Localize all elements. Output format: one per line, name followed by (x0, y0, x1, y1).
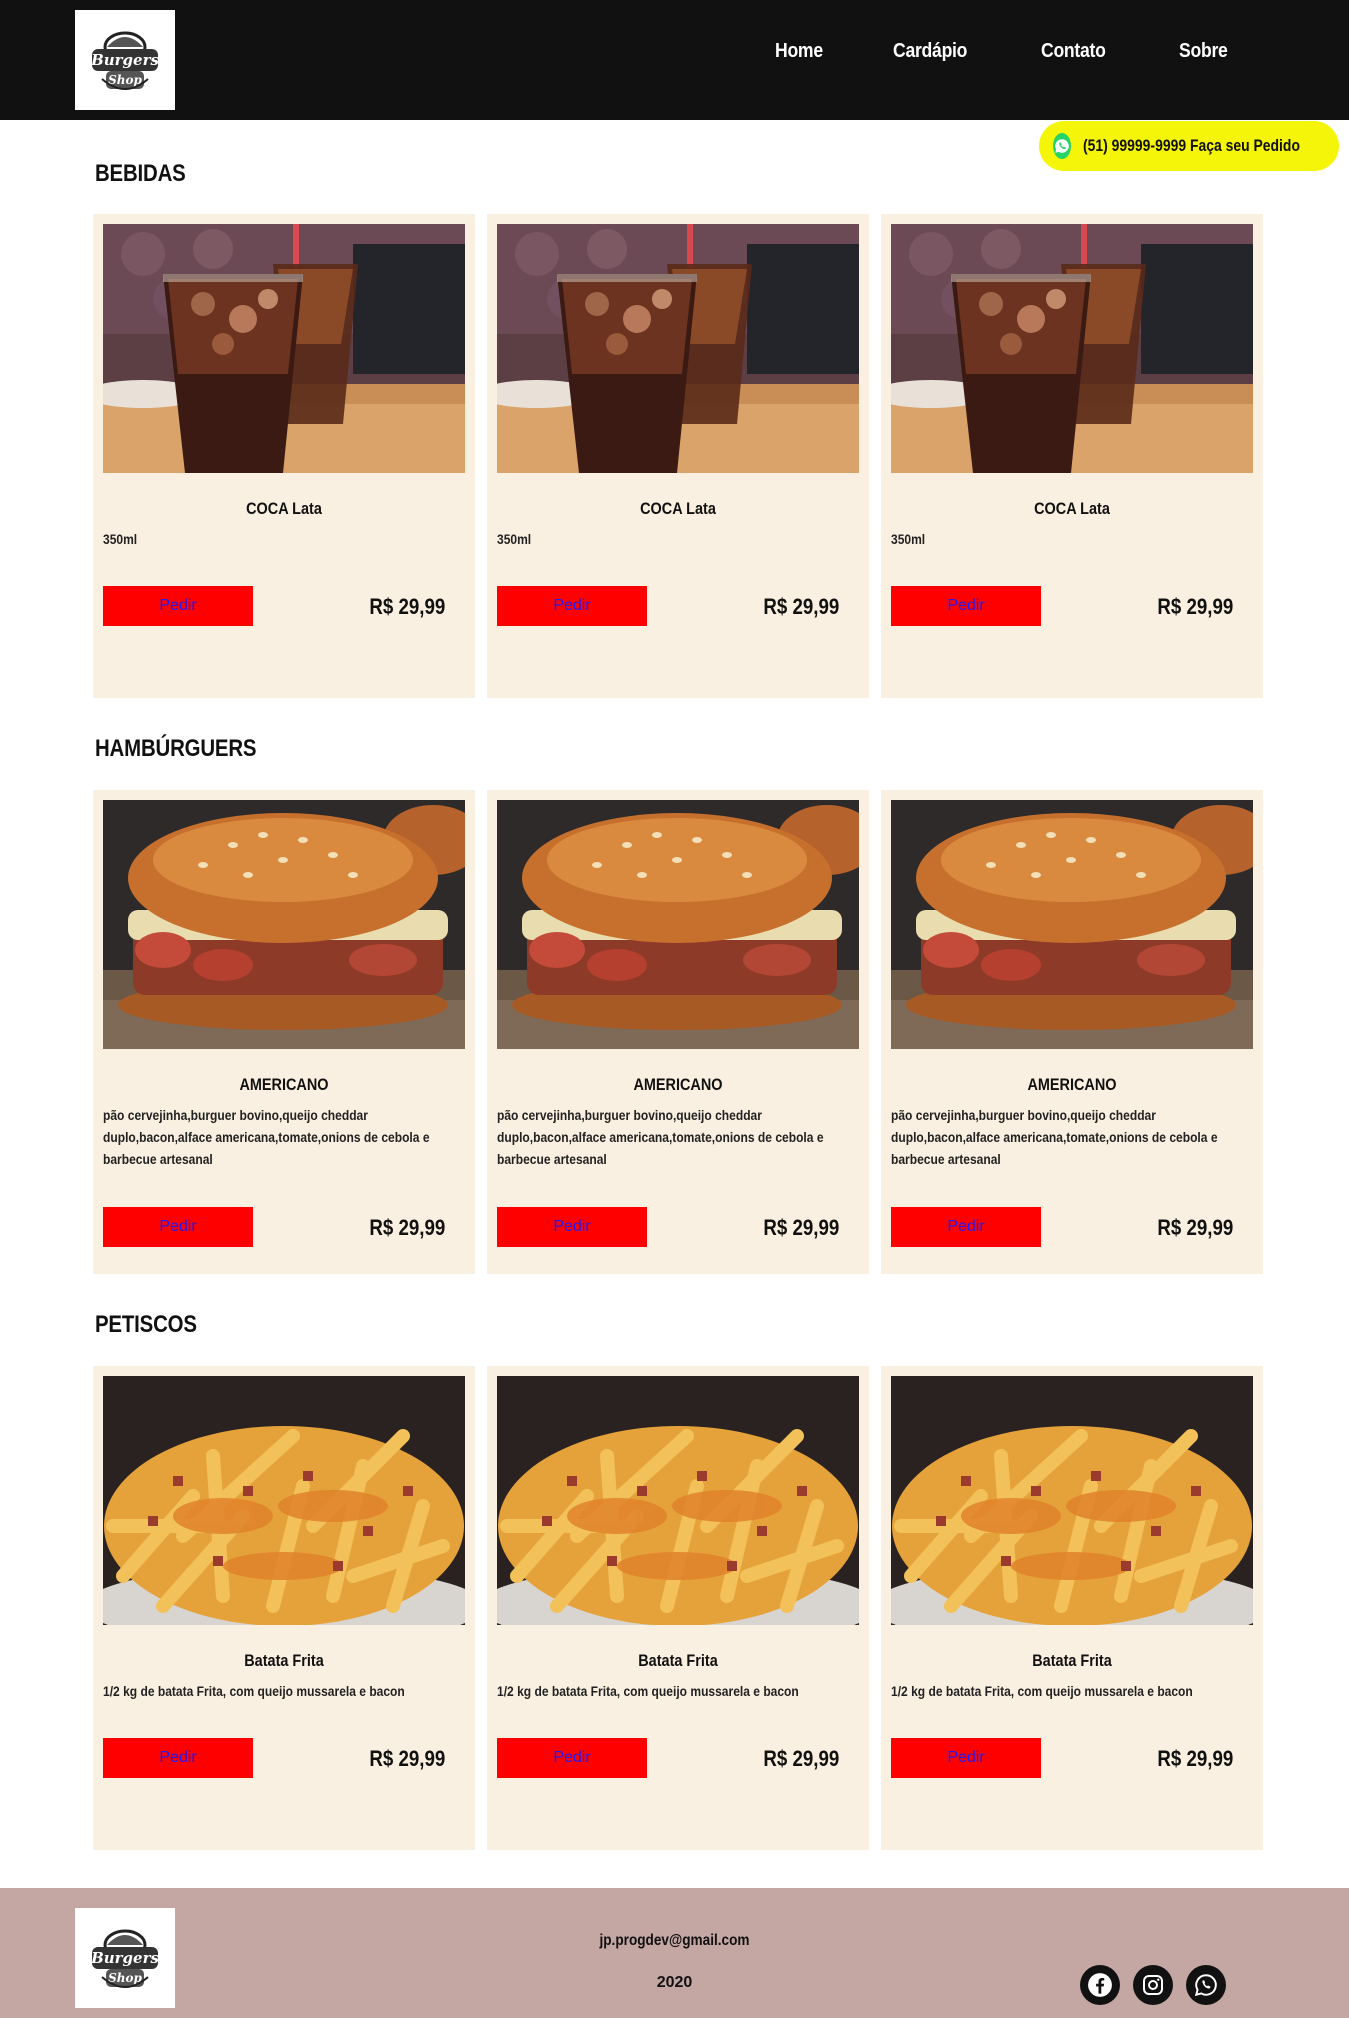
item-name: Batata Frita (638, 1651, 718, 1670)
menu-card: AMERICANO pão cervejinha,burguer bovino,q… (93, 790, 475, 1274)
item-description: pão cervejinha,burguer bovino,queijo che… (891, 1107, 1218, 1167)
menu-card: Batata Frita 1/2 kg de batata Frita, com … (487, 1366, 869, 1850)
item-price: R$ 29,99 (1157, 594, 1233, 619)
order-button[interactable]: Pedir (497, 1207, 647, 1247)
item-description: 1/2 kg de batata Frita, com queijo mussa… (891, 1683, 1193, 1699)
order-button[interactable]: Pedir (497, 586, 647, 626)
item-description: 350ml (891, 531, 926, 547)
whatsapp-order-label: (51) 99999-9999 Faça seu Pedido (1083, 136, 1300, 155)
order-button[interactable]: Pedir (891, 1738, 1041, 1778)
item-description: 350ml (103, 531, 138, 547)
menu-card: Batata Frita 1/2 kg de batata Frita, com … (93, 1366, 475, 1850)
whatsapp-icon[interactable] (1186, 1965, 1226, 2005)
order-button[interactable]: Pedir (891, 586, 1041, 626)
soda-glass-image (891, 224, 1253, 473)
item-name: AMERICANO (633, 1075, 723, 1094)
menu-card: AMERICANO pão cervejinha,burguer bovino,q… (487, 790, 869, 1274)
item-name: AMERICANO (1027, 1075, 1117, 1094)
burger-image (891, 800, 1253, 1049)
item-description: 1/2 kg de batata Frita, com queijo mussa… (103, 1683, 405, 1699)
fries-image (103, 1376, 465, 1625)
nav-home[interactable]: Home (775, 40, 823, 63)
item-price: R$ 29,99 (1157, 1746, 1233, 1771)
section-title: BEBIDAS (95, 160, 186, 187)
nav-sobre[interactable]: Sobre (1179, 40, 1228, 63)
whatsapp-icon (1053, 133, 1071, 159)
site-footer: jp.progdev@gmail.com 2020 (0, 1888, 1349, 2018)
order-button[interactable]: Pedir (891, 1207, 1041, 1247)
burger-image (497, 800, 859, 1049)
soda-glass-image (103, 224, 465, 473)
item-description: 350ml (497, 531, 532, 547)
item-name: Batata Frita (1032, 1651, 1112, 1670)
item-price: R$ 29,99 (369, 594, 445, 619)
logo[interactable] (75, 10, 175, 110)
item-description: 1/2 kg de batata Frita, com queijo mussa… (497, 1683, 799, 1699)
order-button[interactable]: Pedir (103, 1207, 253, 1247)
menu-card: COCA Lata 350ml Pedir R$ 29,99 (881, 214, 1263, 698)
fries-image (891, 1376, 1253, 1625)
site-header: Home Cardápio Contato Sobre (0, 0, 1349, 120)
menu-card: Batata Frita 1/2 kg de batata Frita, com … (881, 1366, 1263, 1850)
order-button[interactable]: Pedir (103, 586, 253, 626)
item-name: Batata Frita (244, 1651, 324, 1670)
item-price: R$ 29,99 (369, 1746, 445, 1771)
item-price: R$ 29,99 (763, 1215, 839, 1240)
facebook-icon[interactable] (1080, 1965, 1120, 2005)
burger-shop-logo-icon (82, 17, 168, 103)
instagram-icon[interactable] (1133, 1965, 1173, 2005)
soda-glass-image (497, 224, 859, 473)
menu-card: COCA Lata 350ml Pedir R$ 29,99 (487, 214, 869, 698)
item-name: AMERICANO (239, 1075, 329, 1094)
nav-contato[interactable]: Contato (1041, 40, 1106, 63)
item-name: COCA Lata (640, 499, 716, 518)
item-price: R$ 29,99 (369, 1215, 445, 1240)
order-button[interactable]: Pedir (497, 1738, 647, 1778)
section-title: PETISCOS (95, 1311, 197, 1338)
item-price: R$ 29,99 (1157, 1215, 1233, 1240)
item-description: pão cervejinha,burguer bovino,queijo che… (497, 1107, 824, 1167)
order-button[interactable]: Pedir (103, 1738, 253, 1778)
item-description: pão cervejinha,burguer bovino,queijo che… (103, 1107, 430, 1167)
item-name: COCA Lata (1034, 499, 1110, 518)
footer-email[interactable]: jp.progdev@gmail.com (101, 1932, 1248, 1950)
nav-cardapio[interactable]: Cardápio (893, 40, 967, 63)
burger-image (103, 800, 465, 1049)
menu-card: AMERICANO pão cervejinha,burguer bovino,q… (881, 790, 1263, 1274)
main-nav: Home Cardápio Contato Sobre (711, 40, 1234, 63)
menu-card: COCA Lata 350ml Pedir R$ 29,99 (93, 214, 475, 698)
footer-logo[interactable] (75, 1908, 175, 2008)
section-title: HAMBÚRGUERS (95, 735, 257, 762)
fries-image (497, 1376, 859, 1625)
item-price: R$ 29,99 (763, 1746, 839, 1771)
item-name: COCA Lata (246, 499, 322, 518)
item-price: R$ 29,99 (763, 594, 839, 619)
whatsapp-order-button[interactable]: (51) 99999-9999 Faça seu Pedido (1039, 121, 1339, 171)
